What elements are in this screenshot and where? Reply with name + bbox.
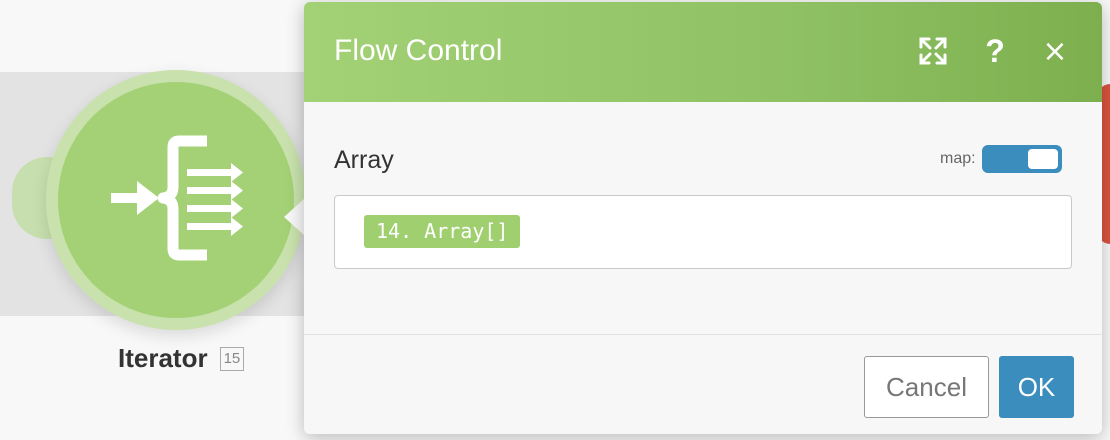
module-name: Iterator bbox=[118, 343, 208, 373]
map-toggle[interactable]: map: bbox=[940, 145, 1062, 173]
module-circle[interactable] bbox=[58, 82, 294, 318]
scenario-canvas: Iterator 15 Flow Control ? × Array map: … bbox=[0, 0, 1110, 440]
map-switch-knob bbox=[1027, 149, 1058, 169]
array-field-label: Array bbox=[334, 146, 394, 174]
map-toggle-label: map: bbox=[940, 150, 976, 167]
ok-button[interactable]: OK bbox=[999, 356, 1074, 418]
dialog-title: Flow Control bbox=[334, 34, 503, 67]
iterator-module[interactable] bbox=[10, 68, 350, 330]
mapped-value-pill[interactable]: 14. Array[] bbox=[364, 215, 521, 248]
map-switch[interactable] bbox=[981, 145, 1062, 173]
dialog-footer: Cancel OK bbox=[304, 334, 1102, 434]
help-icon[interactable]: ? bbox=[978, 33, 1012, 69]
expand-icon[interactable] bbox=[916, 34, 950, 68]
module-label: Iterator 15 bbox=[118, 343, 245, 374]
module-settings-dialog: Flow Control ? × Array map: 14. Array[] … bbox=[304, 2, 1102, 434]
dialog-header: Flow Control ? × bbox=[304, 2, 1102, 102]
cancel-button[interactable]: Cancel bbox=[864, 356, 989, 418]
iterator-icon bbox=[111, 135, 243, 261]
close-icon[interactable]: × bbox=[1038, 34, 1072, 69]
module-id-badge: 15 bbox=[219, 346, 245, 371]
dialog-pointer bbox=[284, 199, 304, 235]
array-field-input[interactable]: 14. Array[] bbox=[334, 195, 1072, 269]
dialog-body: Array map: 14. Array[] bbox=[304, 102, 1102, 334]
